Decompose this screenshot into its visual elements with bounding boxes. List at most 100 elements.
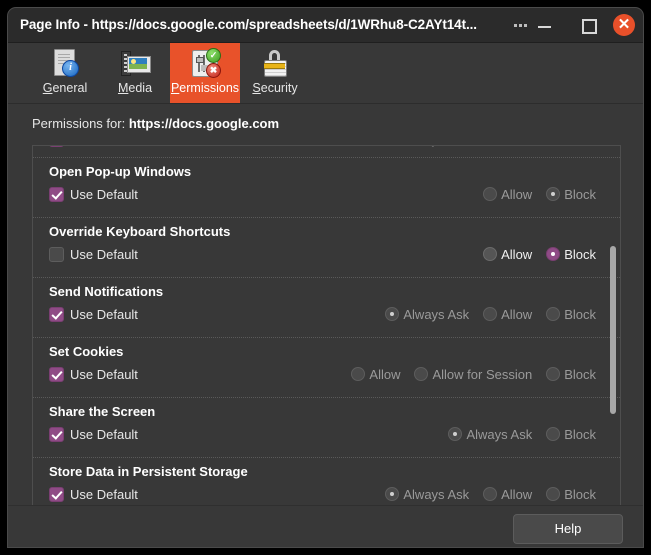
tab-media-label: Media [117,81,153,95]
radio-dot-icon [385,487,400,501]
use-default-label: Use Default [70,366,138,382]
permission-radio-group: Allow Block [483,183,596,205]
close-button[interactable]: ✕ [613,14,635,36]
radio-label: Block [564,306,596,322]
window-title: Page Info - https://docs.google.com/spre… [20,17,477,32]
radio-dot-icon [546,487,561,501]
permission-row: Use Default Always Ask Allow Block [33,145,620,158]
permission-radio-option[interactable]: Allow [483,307,532,322]
radio-label: Always Ask [403,306,470,322]
permission-row: Share the Screen Use Default Always Ask Blo… [33,398,620,458]
use-default-label: Use Default [70,426,138,442]
permission-radio-option[interactable]: Block [546,427,596,442]
radio-dot-icon [483,307,498,321]
permission-radio-option[interactable]: Block [546,307,596,322]
permission-radio-group: Allow Block [483,243,596,265]
permission-radio-option[interactable]: Always Ask [385,145,469,147]
radio-label: Allow [501,186,533,202]
title-bar[interactable]: Page Info - https://docs.google.com/spre… [8,8,643,43]
radio-dot-icon [546,145,560,146]
radio-dot-icon [483,487,498,501]
help-button[interactable]: Help [513,514,623,544]
tab-media[interactable]: Media [100,43,170,103]
dialog-button-bar: Help [8,505,643,547]
radio-label: Block [564,186,596,202]
permission-radio-option[interactable]: Block [546,145,596,147]
tab-strip: i General Media ✓ ✖ Permissions Security [8,43,643,104]
permission-radio-option[interactable]: Block [546,487,596,502]
tab-general[interactable]: i General [30,43,100,103]
page-info-window: Page Info - https://docs.google.com/spre… [8,8,643,547]
use-default-checkbox[interactable] [49,186,64,202]
use-default-label: Use Default [70,486,138,502]
permission-radio-option[interactable]: Block [546,187,596,202]
radio-label: Block [564,366,596,382]
permission-radio-option[interactable]: Allow [483,487,532,502]
permissions-for-line: Permissions for: https://docs.google.com [8,104,643,140]
permission-radio-option[interactable]: Allow [351,367,400,382]
use-default-label: Use Default [70,186,138,202]
radio-label: Always Ask [403,146,469,147]
scrollbar-thumb[interactable] [610,246,616,414]
permission-radio-option[interactable]: Allow [483,247,532,262]
radio-dot-icon [483,145,497,146]
radio-label: Block [564,146,596,147]
permission-radio-option[interactable]: Always Ask [448,427,532,442]
use-default-checkbox[interactable] [49,246,64,262]
tab-permissions-label: Permissions [170,81,240,95]
permissions-list[interactable]: Use Default Always Ask Allow Block Open Pop-… [32,145,621,527]
permission-title: Open Pop-up Windows [49,164,192,179]
radio-label: Allow [501,486,533,502]
permission-radio-option[interactable]: Allow [483,145,532,147]
radio-dot-icon [385,307,400,321]
permissions-for-label: Permissions for: [32,116,126,131]
maximize-icon [582,19,597,34]
permission-radio-option[interactable]: Allow for Session [414,367,532,382]
title-ellipsis-icon [514,24,527,27]
permission-radio-option[interactable]: Block [546,367,596,382]
permission-controls: Use Default Always Ask Allow Block [49,145,606,150]
permission-title: Override Keyboard Shortcuts [49,224,231,239]
use-default-checkbox[interactable] [49,486,64,502]
permission-radio-group: Always Ask Allow Block [385,303,596,325]
permission-controls: Use Default Allow Block [49,243,606,265]
permission-title: Send Notifications [49,284,164,299]
tab-security[interactable]: Security [240,43,310,103]
use-default-checkbox[interactable] [49,146,64,147]
permission-radio-option[interactable]: Allow [483,187,532,202]
permission-radio-option[interactable]: Block [546,247,596,262]
tab-permissions[interactable]: ✓ ✖ Permissions [170,43,240,103]
permission-radio-group: Always Ask Allow Block [385,145,596,150]
radio-dot-icon [546,187,561,201]
permissions-list-inner: Use Default Always Ask Allow Block Open Pop-… [33,145,620,518]
permission-title: Share the Screen [49,404,156,419]
tab-general-label: General [42,81,88,95]
permissions-pane: Permissions for: https://docs.google.com… [8,104,643,547]
permission-row: Send Notifications Use Default Always Ask A… [33,278,620,338]
permission-radio-option[interactable]: Always Ask [385,307,469,322]
permission-title: Set Cookies [49,344,124,359]
radio-label: Block [564,486,596,502]
use-default-checkbox[interactable] [49,306,64,322]
permission-controls: Use Default Allow Allow for Session Block [49,363,606,385]
permission-row: Override Keyboard Shortcuts Use Default Al… [33,218,620,278]
padlock-icon [259,47,291,79]
radio-dot-icon [483,247,498,261]
radio-dot-icon [546,247,561,261]
radio-label: Always Ask [403,486,470,502]
use-default-label: Use Default [70,246,138,262]
radio-dot-icon [351,367,366,381]
use-default-checkbox[interactable] [49,426,64,442]
tab-security-label: Security [252,81,298,95]
permissions-for-origin: https://docs.google.com [128,116,280,131]
minimize-button[interactable] [536,17,553,34]
permission-radio-option[interactable]: Always Ask [385,487,469,502]
radio-label: Allow for Session [432,366,533,382]
radio-dot-icon [385,145,399,146]
permissions-scrollbar[interactable] [608,148,618,524]
use-default-checkbox[interactable] [49,366,64,382]
permission-title: Store Data in Persistent Storage [49,464,248,479]
permission-controls: Use Default Always Ask Allow Block [49,303,606,325]
radio-dot-icon [546,427,561,441]
maximize-button[interactable] [580,17,597,34]
